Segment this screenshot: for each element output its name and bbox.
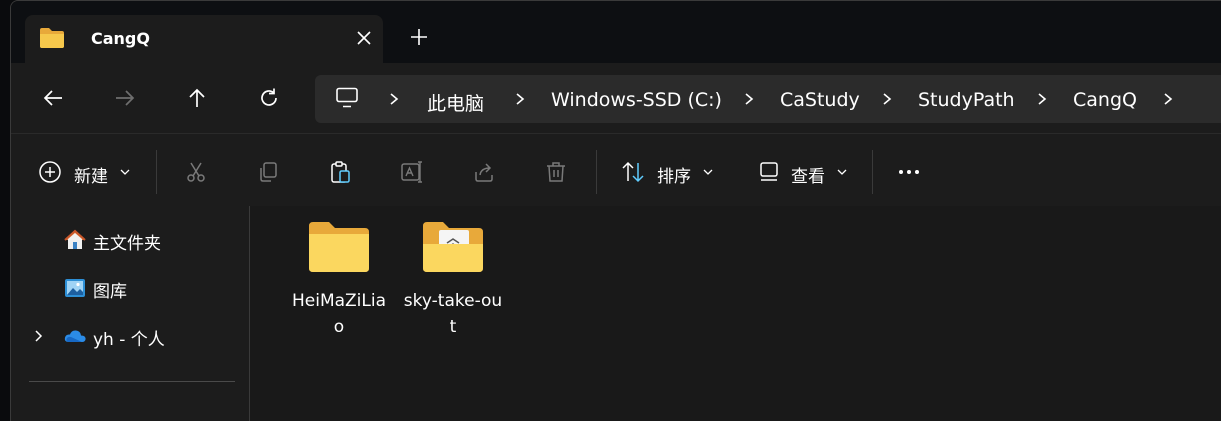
computer-icon xyxy=(336,87,358,108)
sidebar-item-home[interactable]: 主文件夹 xyxy=(11,220,249,260)
view-icon[interactable] xyxy=(757,160,781,184)
sidebar-item-label: 图库 xyxy=(93,282,127,302)
toolbar-divider xyxy=(596,150,597,194)
gallery-icon xyxy=(65,279,85,297)
chevron-right-icon[interactable] xyxy=(387,92,401,106)
sort-arrows-icon[interactable] xyxy=(621,160,645,184)
forward-arrow-icon[interactable] xyxy=(114,87,136,109)
address-bar[interactable]: 此电脑 Windows-SSD (C:) CaStudy StudyPath C… xyxy=(315,75,1221,123)
command-bar: 新建 排序 查看 xyxy=(11,133,1221,207)
paste-clipboard-icon[interactable] xyxy=(328,160,352,184)
breadcrumb-studypath[interactable]: StudyPath xyxy=(918,89,1015,111)
sort-button[interactable]: 排序 xyxy=(657,162,691,187)
sidebar-divider xyxy=(29,381,235,382)
back-arrow-icon[interactable] xyxy=(42,87,64,109)
tab-title: CangQ xyxy=(91,29,150,48)
tab-cangq[interactable]: CangQ xyxy=(25,15,383,63)
breadcrumb-this-pc[interactable]: 此电脑 xyxy=(427,89,484,116)
onedrive-cloud-icon xyxy=(64,330,86,342)
chevron-right-icon[interactable] xyxy=(33,330,45,342)
file-explorer-window: CangQ 此电脑 Windows-SSD (C:) CaStudy Study… xyxy=(10,0,1221,421)
toolbar-divider xyxy=(872,150,873,194)
rename-icon[interactable] xyxy=(400,160,424,184)
sidebar-item-onedrive[interactable]: yh - 个人 xyxy=(11,316,249,356)
chevron-right-icon[interactable] xyxy=(513,92,527,106)
folder-item[interactable]: HeiMaZiLiao xyxy=(284,220,394,340)
breadcrumb-cangq[interactable]: CangQ xyxy=(1073,89,1137,111)
refresh-icon[interactable] xyxy=(258,87,280,109)
chevron-down-icon[interactable] xyxy=(837,167,847,177)
cut-scissors-icon[interactable] xyxy=(184,160,208,184)
sidebar-item-gallery[interactable]: 图库 xyxy=(11,268,249,308)
breadcrumb-castudy[interactable]: CaStudy xyxy=(780,89,860,111)
chevron-right-icon[interactable] xyxy=(1161,92,1175,106)
toolbar-divider xyxy=(156,150,157,194)
close-icon[interactable] xyxy=(355,29,373,47)
view-button[interactable]: 查看 xyxy=(791,162,825,187)
folder-item[interactable]: sky-take-out xyxy=(398,220,508,340)
chevron-down-icon[interactable] xyxy=(703,167,713,177)
file-list: HeiMaZiLiao sky-take-out xyxy=(250,206,1221,421)
more-options-icon[interactable] xyxy=(897,160,921,184)
file-name: sky-take-out xyxy=(403,291,503,337)
home-icon xyxy=(64,229,86,249)
share-icon[interactable] xyxy=(472,160,496,184)
folder-with-content-icon xyxy=(423,222,483,272)
new-tab-icon[interactable] xyxy=(409,27,429,47)
chevron-right-icon[interactable] xyxy=(880,92,894,106)
breadcrumb-drive-c[interactable]: Windows-SSD (C:) xyxy=(551,89,722,111)
new-plus-icon[interactable] xyxy=(38,160,62,184)
file-name: HeiMaZiLiao xyxy=(291,291,387,337)
chevron-right-icon[interactable] xyxy=(742,92,756,106)
folder-icon xyxy=(40,28,64,48)
sidebar-item-label: yh - 个人 xyxy=(93,330,165,350)
chevron-down-icon[interactable] xyxy=(120,167,130,177)
sidebar-item-label: 主文件夹 xyxy=(93,234,161,254)
navigation-bar: 此电脑 Windows-SSD (C:) CaStudy StudyPath C… xyxy=(11,63,1221,133)
chevron-right-icon[interactable] xyxy=(1035,92,1049,106)
folder-icon xyxy=(309,222,369,272)
up-arrow-icon[interactable] xyxy=(186,87,208,109)
title-bar: CangQ xyxy=(11,1,1221,63)
navigation-pane: 主文件夹 图库 yh - 个人 xyxy=(11,206,250,421)
copy-icon[interactable] xyxy=(256,160,280,184)
new-button[interactable]: 新建 xyxy=(74,162,108,187)
delete-trash-icon[interactable] xyxy=(544,160,568,184)
